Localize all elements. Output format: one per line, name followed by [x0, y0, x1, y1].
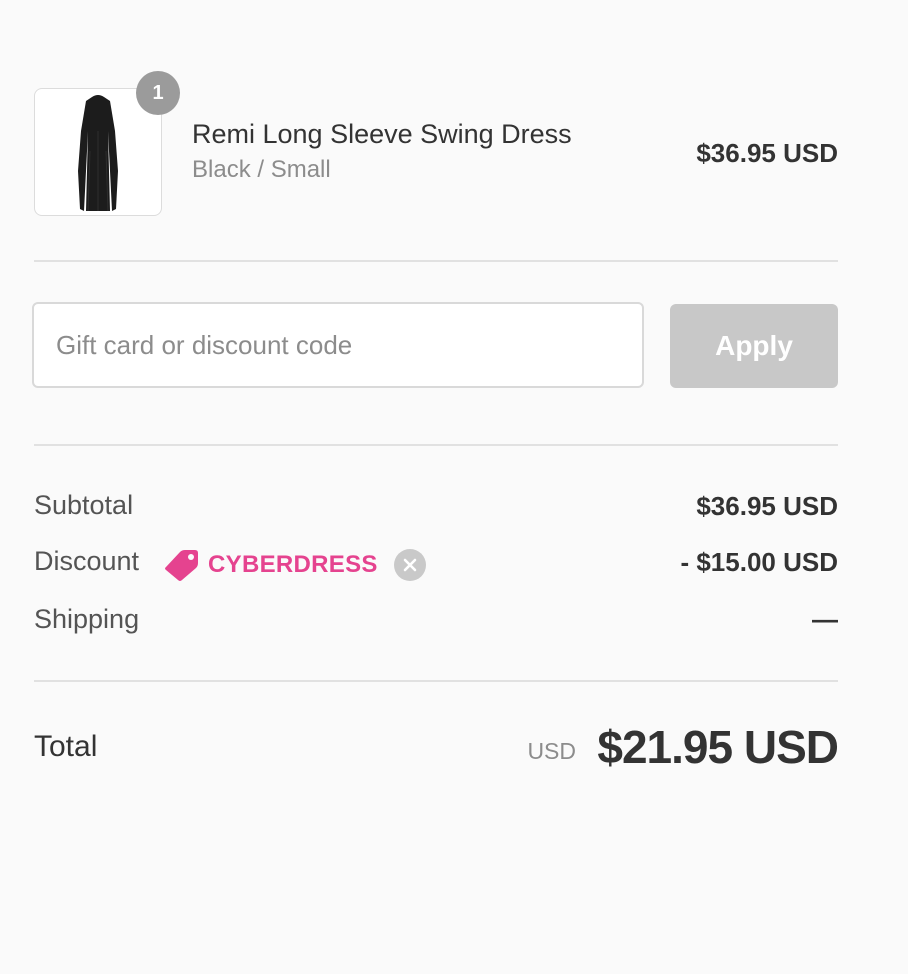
discount-code: CYBERDRESS — [208, 551, 378, 578]
apply-button[interactable]: Apply — [670, 304, 838, 388]
dress-icon — [78, 95, 118, 212]
product-name: Remi Long Sleeve Swing Dress — [192, 119, 572, 149]
total-label: Total — [34, 730, 98, 763]
discount-label: Discount — [34, 546, 140, 576]
subtotal-value: $36.95 USD — [696, 491, 838, 521]
divider — [34, 680, 838, 682]
divider — [34, 444, 838, 446]
shipping-value: — — [812, 604, 838, 634]
product-thumbnail: 1 — [34, 71, 180, 216]
product-line-item: 1 Remi Long Sleeve Swing Dress Black / S… — [34, 71, 838, 216]
total-currency: USD — [527, 738, 576, 764]
shipping-label: Shipping — [34, 604, 140, 634]
total-value: $21.95 USD — [597, 721, 839, 773]
applied-discount-tag: CYBERDRESS — [164, 548, 426, 582]
product-variant: Black / Small — [192, 156, 331, 183]
discount-code-input[interactable] — [32, 302, 644, 388]
subtotal-label: Subtotal — [34, 490, 134, 520]
tag-icon — [164, 549, 200, 581]
discount-value: - $15.00 USD — [680, 547, 838, 577]
close-circle-icon[interactable] — [393, 549, 426, 581]
divider — [34, 260, 838, 262]
quantity-badge: 1 — [136, 71, 180, 115]
product-price: $36.95 USD — [696, 138, 838, 168]
